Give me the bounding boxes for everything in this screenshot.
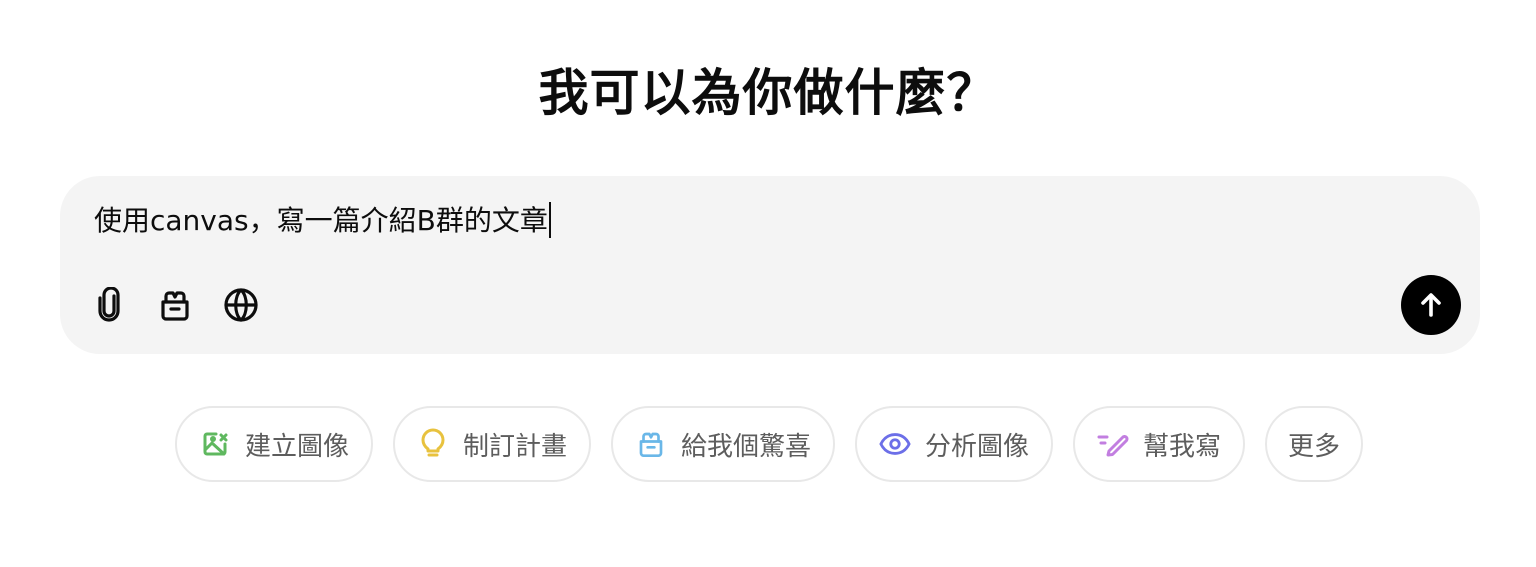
chip-label: 制訂計畫 <box>462 431 567 462</box>
arrow-up-icon <box>1421 293 1441 317</box>
pen-icon <box>1097 428 1129 460</box>
chip-label: 幫我寫 <box>1142 431 1221 462</box>
gift-box-icon <box>635 428 667 460</box>
prompt-input-value: 使用canvas，寫一篇介紹B群的文章 <box>94 204 548 237</box>
eye-icon <box>879 428 911 460</box>
suggestion-more[interactable]: 更多 <box>1265 406 1363 482</box>
suggestion-make-plan[interactable]: 制訂計畫 <box>393 406 591 482</box>
page-title: 我可以為你做什麼？ <box>538 64 998 122</box>
suggestion-create-image[interactable]: 建立圖像 <box>175 406 373 482</box>
chip-label: 給我個驚喜 <box>680 431 811 462</box>
text-caret <box>548 202 551 238</box>
suggestion-analyze-image[interactable]: 分析圖像 <box>855 406 1053 482</box>
globe-icon[interactable] <box>220 284 262 326</box>
prompt-input[interactable]: 使用canvas，寫一篇介紹B群的文章 <box>94 201 551 241</box>
image-create-icon <box>199 428 231 460</box>
suggestion-help-me-write[interactable]: 幫我寫 <box>1073 406 1245 482</box>
suggestion-surprise-me[interactable]: 給我個驚喜 <box>611 406 835 482</box>
chip-label: 更多 <box>1287 431 1340 462</box>
prompt-composer[interactable]: 使用canvas，寫一篇介紹B群的文章 <box>60 176 1480 354</box>
chip-label: 建立圖像 <box>244 431 349 462</box>
toolbox-icon[interactable] <box>154 284 196 326</box>
paperclip-icon[interactable] <box>88 284 130 326</box>
send-button[interactable] <box>1401 275 1461 335</box>
chip-label: 分析圖像 <box>924 431 1029 462</box>
lightbulb-icon <box>417 428 449 460</box>
